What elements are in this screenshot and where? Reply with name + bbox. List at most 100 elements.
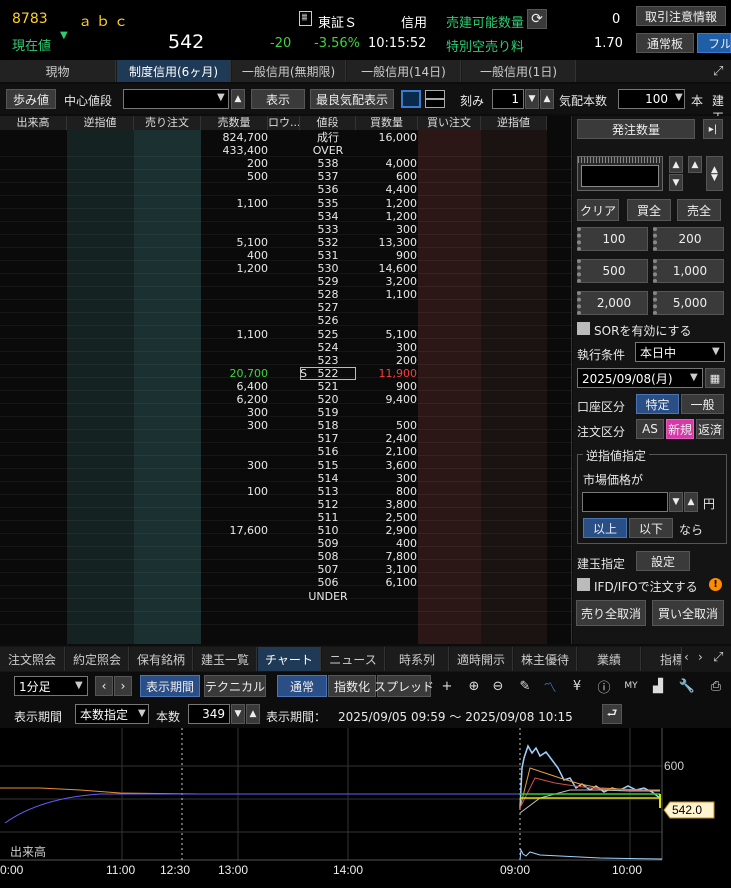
zoom-out-icon[interactable]: ⊖ (488, 676, 508, 696)
buy-qty-cell[interactable]: 500 (396, 419, 417, 432)
price-cell[interactable]: 537 (300, 170, 356, 183)
clear-button[interactable]: クリア (577, 199, 619, 221)
buy-qty-cell[interactable]: 5,100 (386, 328, 418, 341)
price-cell[interactable]: 531 (300, 249, 356, 262)
zoom-in-icon[interactable]: ⊕ (464, 676, 484, 696)
layout-split-icon[interactable] (425, 90, 445, 108)
price-cell[interactable]: 535 (300, 197, 356, 210)
tab-earnings[interactable]: 業績 (578, 647, 641, 671)
tab-chart[interactable]: チャート (258, 647, 321, 671)
full-board-button[interactable]: フル (697, 33, 731, 53)
qty-preset-2000[interactable]: 2,000 (577, 291, 648, 315)
index-mode-button[interactable]: 指数化 (328, 675, 376, 697)
buy-qty-cell[interactable]: 200 (396, 354, 417, 367)
price-cell[interactable]: 522 (300, 366, 356, 380)
line-chart-icon[interactable]: 〽 (540, 676, 560, 696)
table-row[interactable]: 433,400 OVER (0, 144, 572, 157)
sell-qty-cell[interactable]: 1,200 (237, 262, 269, 275)
chevron-left-icon[interactable]: ‹ (684, 650, 689, 664)
price-cell[interactable]: 520 (300, 393, 356, 406)
wrench-icon[interactable]: 🔧 (677, 676, 697, 696)
sell-qty-cell[interactable]: 500 (247, 170, 268, 183)
buy-qty-cell[interactable]: 300 (396, 341, 417, 354)
table-row[interactable]: 524 300 (0, 341, 572, 354)
price-cell[interactable]: 521 (300, 380, 356, 393)
panel-toggle-icon[interactable]: ▸| (703, 119, 723, 139)
sell-qty-cell[interactable]: 20,700 (230, 367, 269, 380)
table-row[interactable]: 20,700 522 11,900 S (0, 366, 572, 380)
table-row[interactable]: 300 519 (0, 406, 572, 419)
document-icon[interactable]: ≡ ≡ (299, 11, 312, 26)
table-row[interactable]: 100 513 800 (0, 485, 572, 498)
qty-up-fast-icon[interactable]: ▲ (688, 156, 702, 173)
below-button[interactable]: 以下 (629, 518, 673, 538)
step-input[interactable]: 1 (492, 89, 524, 109)
table-row[interactable]: 508 7,800 (0, 550, 572, 563)
sor-checkbox[interactable] (577, 322, 590, 335)
price-cell[interactable]: 508 (300, 550, 356, 563)
table-row[interactable]: UNDER (0, 590, 572, 603)
price-cell[interactable]: 526 (300, 314, 356, 327)
table-row[interactable]: 506 6,100 (0, 576, 572, 589)
layout-single-icon[interactable] (401, 90, 421, 108)
table-row[interactable]: 507 3,100 (0, 563, 572, 576)
reset-range-icon[interactable]: ⮐ (602, 704, 622, 724)
buy-qty-cell[interactable]: 14,600 (379, 262, 418, 275)
buy-qty-cell[interactable]: 4,000 (386, 157, 418, 170)
price-cell[interactable]: 515 (300, 459, 356, 472)
table-row[interactable]: 516 2,100 (0, 445, 572, 458)
price-chart[interactable]: 600 542.0 出来高 0:00 11:00 12:30 13:00 14:… (0, 728, 731, 888)
count-down-icon[interactable]: ▼ (231, 704, 245, 724)
buy-qty-cell[interactable]: 800 (396, 485, 417, 498)
table-row[interactable]: 300 518 500 (0, 419, 572, 432)
chevron-down-icon[interactable]: ▼ (690, 372, 698, 383)
price-cell[interactable]: 507 (300, 563, 356, 576)
show-button[interactable]: 表示 (251, 89, 305, 109)
order-as-button[interactable]: AS (636, 419, 664, 439)
price-cell[interactable]: 524 (300, 341, 356, 354)
position-setting-button[interactable]: 設定 (636, 551, 690, 571)
sell-qty-cell[interactable]: 400 (247, 249, 268, 262)
tab-positions[interactable]: 建玉一覧 (194, 647, 257, 671)
date-select[interactable]: 2025/09/08(月) (577, 368, 703, 388)
table-row[interactable]: 511 2,500 (0, 511, 572, 524)
price-cell[interactable]: 514 (300, 472, 356, 485)
table-row[interactable]: 6,200 520 9,400 (0, 393, 572, 406)
buy-qty-cell[interactable]: 300 (396, 223, 417, 236)
tick-history-button[interactable]: 歩み値 (6, 89, 56, 109)
caution-info-button[interactable]: 取引注意情報 (636, 6, 726, 26)
buy-qty-cell[interactable]: 600 (396, 170, 417, 183)
spread-mode-button[interactable]: スプレッド (374, 675, 434, 697)
ifd-checkbox[interactable] (577, 578, 590, 591)
buy-qty-cell[interactable]: 3,100 (386, 563, 418, 576)
tab-order-inquiry[interactable]: 注文照会 (0, 647, 65, 671)
price-cell[interactable]: 519 (300, 406, 356, 419)
tab-indicators[interactable]: 指標 (642, 647, 682, 671)
price-cell[interactable]: 517 (300, 432, 356, 445)
buy-qty-cell[interactable]: 16,000 (379, 131, 418, 144)
buy-qty-cell[interactable]: 2,500 (386, 511, 418, 524)
price-cell[interactable]: 525 (300, 328, 356, 341)
buy-qty-cell[interactable]: 400 (396, 537, 417, 550)
buy-qty-cell[interactable]: 9,400 (386, 393, 418, 406)
warning-icon[interactable]: ! (709, 578, 722, 591)
expand-icon[interactable]: ⤢ (713, 650, 723, 665)
sell-all-button[interactable]: 売全 (677, 199, 721, 221)
expand-icon[interactable]: ⤢ (713, 64, 723, 79)
table-row[interactable]: 509 400 (0, 537, 572, 550)
table-row[interactable]: 200 538 4,000 (0, 157, 572, 170)
buy-qty-cell[interactable]: 4,400 (386, 183, 418, 196)
sell-qty-cell[interactable]: 300 (247, 406, 268, 419)
table-row[interactable]: 517 2,400 (0, 432, 572, 445)
tab-shareholder-benefits[interactable]: 株主優待 (514, 647, 577, 671)
normal-board-button[interactable]: 通常板 (636, 33, 694, 53)
count-input[interactable]: 349 (188, 704, 230, 724)
refresh-icon[interactable]: ⟳ (527, 9, 547, 29)
table-row[interactable]: 1,100 535 1,200 (0, 197, 572, 210)
normal-mode-button[interactable]: 通常 (277, 675, 327, 697)
table-row[interactable]: 6,400 521 900 (0, 380, 572, 393)
qty-step-icon[interactable]: ▲ ▼ (706, 156, 723, 191)
order-qty-button[interactable]: 発注数量 (577, 119, 695, 139)
price-cell[interactable]: UNDER (300, 590, 356, 603)
step-down-icon[interactable]: ▼ (525, 89, 539, 109)
